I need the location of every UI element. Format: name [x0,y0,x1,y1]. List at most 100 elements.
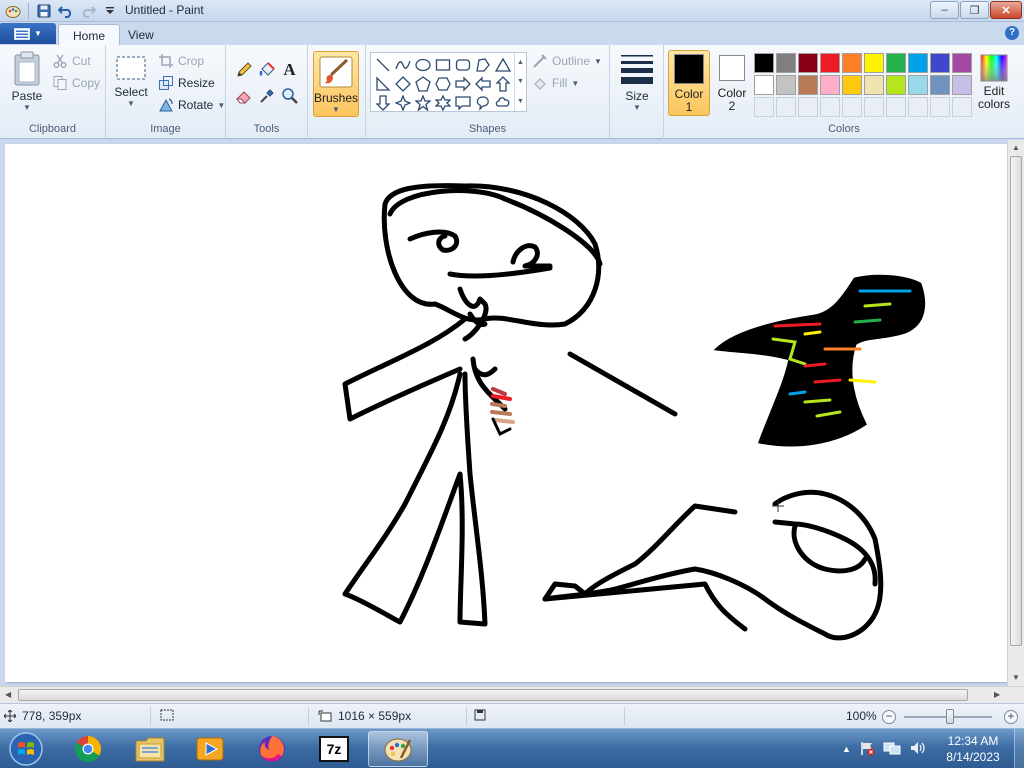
palette-color-swatch[interactable] [886,75,906,95]
palette-color-swatch[interactable] [820,53,840,73]
custom-color-slot[interactable] [930,97,950,117]
custom-color-slot[interactable] [754,97,774,117]
select-button[interactable]: Select ▼ [114,55,148,108]
crop-button[interactable]: Crop [158,53,204,69]
vertical-scrollbar[interactable]: ▲ ▼ [1007,140,1024,686]
polygon-shape-icon[interactable] [473,55,493,74]
network-icon[interactable] [883,740,901,759]
drawing-canvas[interactable] [5,144,1007,682]
paste-button[interactable]: Paste ▼ [8,51,46,112]
redo-icon[interactable] [79,2,97,20]
custom-color-slot[interactable] [776,97,796,117]
right-triangle-shape-icon[interactable] [373,74,393,93]
palette-color-swatch[interactable] [820,75,840,95]
volume-icon[interactable] [909,740,927,759]
scroll-up-icon[interactable]: ▲ [517,59,524,66]
taskbar-explorer[interactable] [122,731,178,767]
scroll-down-icon[interactable]: ▼ [517,78,524,85]
cloud-callout-shape-icon[interactable] [493,93,513,112]
palette-color-swatch[interactable] [908,75,928,95]
scroll-up-arrow-icon[interactable]: ▲ [1012,143,1020,152]
scroll-left-arrow-icon[interactable]: ◀ [5,690,11,699]
clock[interactable]: 12:34 AM 8/14/2023 [934,733,1012,765]
minimize-button[interactable]: – [930,1,959,19]
oval-shape-icon[interactable] [413,55,433,74]
taskbar-media-player[interactable] [182,731,238,767]
zoom-in-button[interactable]: + [1004,710,1018,724]
cut-button[interactable]: Cut [52,53,91,69]
palette-color-swatch[interactable] [776,75,796,95]
palette-color-swatch[interactable] [952,53,972,73]
maximize-button[interactable]: ❐ [960,1,989,19]
show-desktop-button[interactable] [1014,729,1024,768]
custom-color-slot[interactable] [952,97,972,117]
text-tool-icon[interactable]: A [278,57,301,83]
custom-color-slot[interactable] [842,97,862,117]
paint-menu-button[interactable]: ▼ [0,23,56,44]
zoom-slider-thumb[interactable] [946,709,954,724]
tab-view[interactable]: View [114,24,168,45]
outline-button[interactable]: Outline ▼ [532,53,602,69]
palette-color-swatch[interactable] [908,53,928,73]
right-arrow-shape-icon[interactable] [453,74,473,93]
eraser-icon[interactable] [232,83,255,109]
pencil-icon[interactable] [232,57,255,83]
show-hidden-icons-icon[interactable]: ▲ [842,744,851,754]
oval-callout-shape-icon[interactable] [473,93,493,112]
paint-app-icon[interactable] [4,2,22,20]
four-point-star-shape-icon[interactable] [393,93,413,112]
palette-color-swatch[interactable] [886,53,906,73]
start-button[interactable] [6,730,46,768]
pentagon-shape-icon[interactable] [413,74,433,93]
magnifier-icon[interactable] [278,83,301,109]
left-arrow-shape-icon[interactable] [473,74,493,93]
fill-button[interactable]: Fill ▼ [532,75,579,91]
palette-color-swatch[interactable] [864,53,884,73]
custom-color-slot[interactable] [908,97,928,117]
rounded-rectangle-shape-icon[interactable] [453,55,473,74]
custom-color-slot[interactable] [820,97,840,117]
taskbar-firefox[interactable] [244,731,300,767]
copy-button[interactable]: Copy [52,75,100,91]
close-button[interactable]: ✕ [990,1,1022,19]
palette-color-swatch[interactable] [864,75,884,95]
scroll-down-arrow-icon[interactable]: ▼ [1012,673,1020,682]
palette-color-swatch[interactable] [930,53,950,73]
shapes-scroll[interactable]: ▲ ▼ ▼ [514,53,526,111]
save-icon[interactable] [35,2,53,20]
diamond-shape-icon[interactable] [393,74,413,93]
palette-color-swatch[interactable] [798,75,818,95]
resize-button[interactable]: Resize [158,75,215,91]
five-point-star-shape-icon[interactable] [413,93,433,112]
rectangle-shape-icon[interactable] [433,55,453,74]
tab-home[interactable]: Home [58,24,121,45]
taskbar-7zip[interactable]: 7z [306,731,362,767]
palette-color-swatch[interactable] [952,75,972,95]
custom-color-slot[interactable] [798,97,818,117]
up-arrow-shape-icon[interactable] [493,74,513,93]
edit-colors-button[interactable]: Edit colors [974,50,1014,116]
expand-gallery-icon[interactable]: ▼ [517,98,524,105]
palette-color-swatch[interactable] [754,53,774,73]
undo-icon[interactable] [57,2,75,20]
custom-color-slot[interactable] [886,97,906,117]
rotate-button[interactable]: Rotate ▼ [158,97,225,113]
custom-color-slot[interactable] [864,97,884,117]
taskbar-chrome[interactable] [60,731,116,767]
help-button[interactable]: ? [1005,26,1019,40]
rect-callout-shape-icon[interactable] [453,93,473,112]
taskbar-paint[interactable] [368,731,428,767]
scroll-right-arrow-icon[interactable]: ▶ [994,690,1000,699]
palette-color-swatch[interactable] [842,53,862,73]
palette-color-swatch[interactable] [754,75,774,95]
color-picker-icon[interactable] [255,83,278,109]
fill-bucket-icon[interactable] [255,57,278,83]
horizontal-scroll-thumb[interactable] [18,689,968,701]
palette-color-swatch[interactable] [776,53,796,73]
palette-color-swatch[interactable] [930,75,950,95]
curve-shape-icon[interactable] [393,55,413,74]
triangle-shape-icon[interactable] [493,55,513,74]
vertical-scroll-thumb[interactable] [1010,156,1022,646]
action-center-flag-icon[interactable] [859,740,875,759]
line-shape-icon[interactable] [373,55,393,74]
